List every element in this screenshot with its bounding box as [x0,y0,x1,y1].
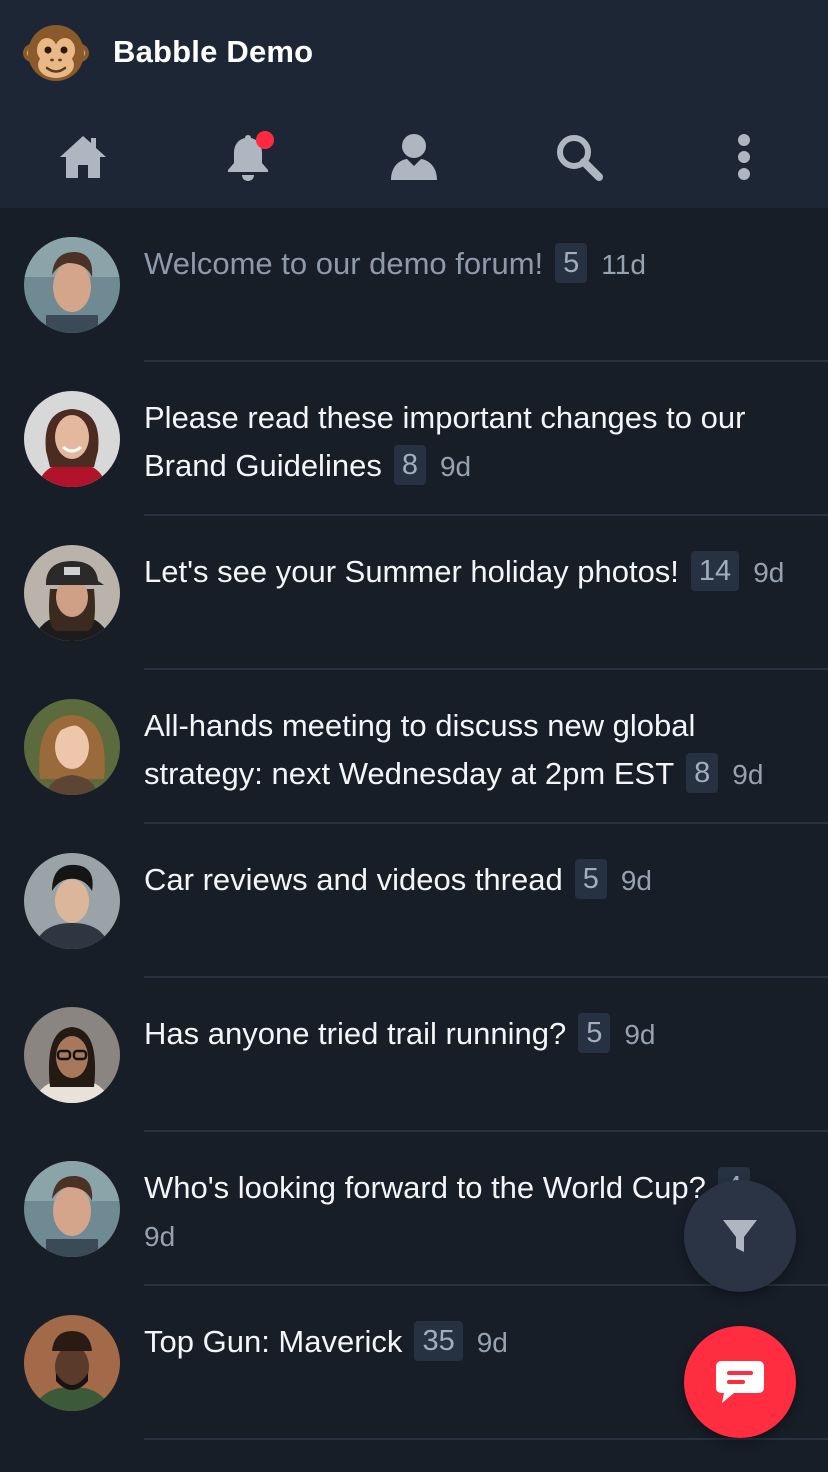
topic-text: Car reviews and videos thread 5 9d [144,856,794,905]
topic-age: 9d [620,865,653,896]
reply-count-badge: 8 [393,445,426,485]
topic-text: Welcome to our demo forum! 5 11d [144,240,794,289]
topic-title[interactable]: Top Gun: Maverick [144,1324,402,1359]
avatar[interactable] [24,1161,120,1257]
user-icon [391,134,437,180]
avatar[interactable] [24,545,120,641]
nav-notifications-button[interactable] [213,122,283,192]
topic-title[interactable]: All-hands meeting to discuss new global … [144,708,695,791]
topic-age: 11d [601,249,646,280]
topic-age: 9d [144,1221,176,1252]
chat-icon [716,1361,764,1403]
reply-count-badge: 5 [574,859,607,899]
topic-row[interactable]: All-hands meeting to discuss new global … [0,670,828,824]
topic-title[interactable]: Welcome to our demo forum! [144,246,543,281]
topic-row[interactable]: Car reviews and videos thread 5 9d [0,824,828,978]
monkey-icon[interactable] [23,20,89,86]
search-icon [557,135,603,181]
avatar[interactable] [24,699,120,795]
topic-row[interactable]: Has anyone tried trail running? 5 9d [0,978,828,1132]
home-icon [60,136,106,178]
reply-count-badge: 5 [555,243,588,283]
topic-text: Please read these important changes to o… [144,394,794,491]
more-vertical-icon [738,134,750,180]
topic-text: Let's see your Summer holiday photos! 14 9… [144,548,794,597]
topic-row[interactable]: Let's see your Summer holiday photos! 14 9… [0,516,828,670]
topic-title[interactable]: Let's see your Summer holiday photos! [144,554,679,589]
filter-button[interactable] [684,1180,796,1292]
topic-title[interactable]: Has anyone tried trail running? [144,1016,566,1051]
avatar[interactable] [24,391,120,487]
divider [144,1438,828,1440]
reply-count-badge: 14 [690,551,740,591]
topic-age: 9d [476,1327,508,1358]
topic-title[interactable]: Car reviews and videos thread [144,862,563,897]
reply-count-badge: 35 [414,1321,463,1361]
filter-icon [723,1220,757,1252]
notification-unread-dot [256,131,274,149]
topic-row[interactable]: Please read these important changes to o… [0,362,828,516]
app-title: Babble Demo [113,34,314,69]
topic-text: Has anyone tried trail running? 5 9d [144,1010,794,1059]
topic-age: 9d [753,557,785,588]
topic-age: 9d [732,759,764,790]
nav-more-button[interactable] [709,122,779,192]
nav-search-button[interactable] [544,122,614,192]
nav-home-button[interactable] [48,122,118,192]
avatar[interactable] [24,853,120,949]
avatar[interactable] [24,237,120,333]
new-topic-button[interactable] [684,1326,796,1438]
avatar[interactable] [24,1007,120,1103]
topic-title[interactable]: Who's looking forward to the World Cup? [144,1170,706,1205]
topic-row[interactable]: Welcome to our demo forum! 5 11d [0,208,828,362]
app-header: Babble Demo [0,0,828,208]
topic-age: 9d [439,451,472,482]
reply-count-badge: 8 [686,753,719,793]
topic-age: 9d [624,1019,656,1050]
reply-count-badge: 5 [578,1013,611,1053]
nav-profile-button[interactable] [379,122,449,192]
topic-text: All-hands meeting to discuss new global … [144,702,794,799]
avatar[interactable] [24,1315,120,1411]
